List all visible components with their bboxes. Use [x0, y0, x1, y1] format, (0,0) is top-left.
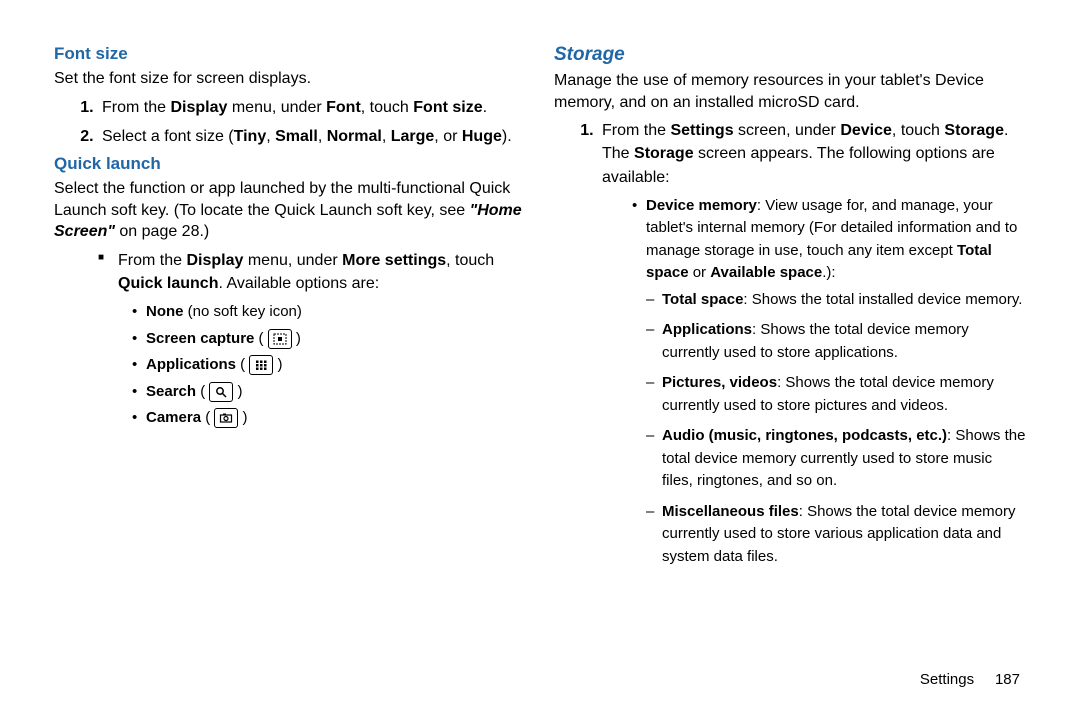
storage-intro: Manage the use of memory resources in yo… — [554, 70, 1026, 113]
footer-page-number: 187 — [995, 671, 1020, 688]
heading-quick-launch: Quick launch — [54, 154, 526, 174]
camera-icon — [214, 408, 238, 428]
storage-step-1: From the Settings screen, under Device, … — [598, 119, 1026, 189]
font-size-step-1: From the Display menu, under Font, touch… — [98, 96, 526, 119]
heading-storage: Storage — [554, 44, 1026, 66]
opt-camera: Camera ( ) — [132, 407, 526, 430]
footer-section: Settings — [920, 671, 974, 688]
quick-launch-step: From the Display menu, under More settin… — [98, 249, 526, 295]
pictures-videos-item: Pictures, videos: Shows the total device… — [646, 372, 1026, 417]
misc-files-item: Miscellaneous files: Shows the total dev… — [646, 501, 1026, 569]
opt-screen-capture: Screen capture ( ) — [132, 328, 526, 351]
opt-applications: Applications ( ) — [132, 354, 526, 377]
quick-launch-intro: Select the function or app launched by t… — [54, 178, 526, 243]
page-footer: Settings 187 — [920, 671, 1020, 688]
audio-item: Audio (music, ringtones, podcasts, etc.)… — [646, 425, 1026, 493]
applications-icon — [249, 355, 273, 375]
search-icon — [209, 382, 233, 402]
heading-font-size: Font size — [54, 44, 526, 64]
font-size-step-2: Select a font size (Tiny, Small, Normal,… — [98, 125, 526, 148]
total-space-item: Total space: Shows the total installed d… — [646, 289, 1026, 312]
opt-none: None (no soft key icon) — [132, 301, 526, 324]
font-size-intro: Set the font size for screen displays. — [54, 68, 526, 90]
device-memory-item: Device memory: View usage for, and manag… — [632, 195, 1026, 285]
applications-item: Applications: Shows the total device mem… — [646, 319, 1026, 364]
screen-capture-icon — [268, 329, 292, 349]
opt-search: Search ( ) — [132, 381, 526, 404]
